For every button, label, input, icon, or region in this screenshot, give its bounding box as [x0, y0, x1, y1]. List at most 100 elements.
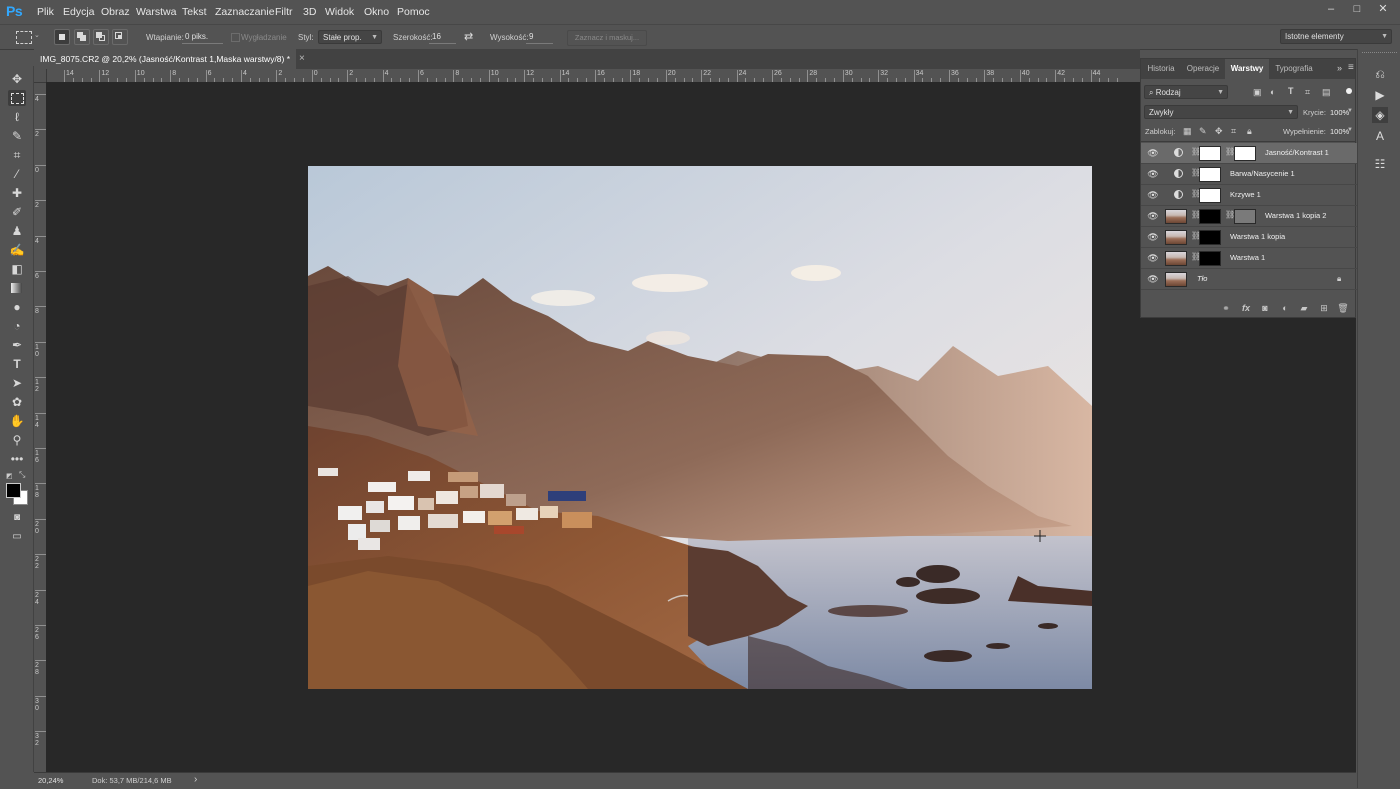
vector-mask-thumbnail[interactable] — [1234, 209, 1256, 224]
menu-widok[interactable]: Widok — [325, 6, 354, 18]
menu-okno[interactable]: Okno — [364, 6, 389, 18]
layer-thumbnail[interactable] — [1165, 251, 1187, 266]
zoom-icon[interactable]: ⚲ — [8, 432, 26, 448]
width-input[interactable]: 16 — [429, 30, 456, 44]
maximize-button[interactable]: □ — [1344, 0, 1370, 18]
layer-name[interactable]: Warstwa 1 kopia 2 — [1265, 211, 1326, 220]
move-icon[interactable]: ✥ — [8, 71, 26, 87]
visibility-eye-icon[interactable]: 👁︎ — [1147, 273, 1159, 285]
panel-menu-icon[interactable]: ≡ — [1348, 62, 1354, 73]
layer-mask-thumbnail[interactable] — [1199, 167, 1221, 182]
layer-row-warstwa-1-kopia-2[interactable]: 👁︎ ⛓︎ ⛓︎ Warstwa 1 kopia 2 — [1141, 206, 1357, 227]
layer-row-jasnosc-kontrast[interactable]: 👁︎ ⛓︎ ⛓︎ Jasność/Kontrast 1 — [1141, 143, 1357, 164]
ruler-origin[interactable] — [34, 69, 47, 83]
new-layer-icon[interactable]: ⊞ — [1318, 302, 1330, 314]
filter-type-icon[interactable]: T — [1288, 86, 1294, 96]
menu-zaznaczanie[interactable]: Zaznaczanie — [215, 6, 275, 18]
chevron-down-icon[interactable]: ⌄ — [34, 31, 40, 39]
character-panel-icon[interactable]: A — [1372, 128, 1388, 144]
menu-3d[interactable]: 3D — [303, 6, 316, 18]
lock-all-icon[interactable]: 🔒︎ — [1247, 126, 1252, 137]
dodge-icon[interactable]: ◔ — [8, 318, 26, 334]
document-image[interactable] — [308, 166, 1092, 689]
layer-row-warstwa-1-kopia[interactable]: 👁︎ ⛓︎ Warstwa 1 kopia — [1141, 227, 1357, 248]
canvas-area-right[interactable] — [1140, 318, 1356, 772]
layer-filter-select[interactable]: ⌕ Rodzaj ▼ — [1144, 85, 1228, 99]
filter-adjustment-icon[interactable]: ◐ — [1270, 87, 1275, 97]
new-adjustment-icon[interactable]: ◐ — [1279, 302, 1291, 314]
actions-panel-icon[interactable]: ▶ — [1372, 87, 1388, 103]
layer-style-icon[interactable]: fx — [1240, 302, 1252, 314]
visibility-eye-icon[interactable]: 👁︎ — [1147, 252, 1159, 264]
gradient-icon[interactable] — [8, 280, 26, 296]
marquee-preset-icon[interactable] — [16, 31, 32, 44]
path-select-icon[interactable]: ➤ — [8, 375, 26, 391]
intersect-selection-button[interactable] — [112, 29, 128, 45]
collapse-panel-icon[interactable]: » — [1337, 63, 1342, 73]
crop-icon[interactable]: ⌗ — [8, 147, 26, 163]
menu-obraz[interactable]: Obraz — [101, 6, 130, 18]
marquee-icon[interactable] — [8, 90, 26, 106]
history-panel-icon[interactable]: ⎌ — [1372, 66, 1388, 82]
lock-icon[interactable]: 🔒︎ — [1337, 274, 1341, 284]
document-tab[interactable]: IMG_8075.CR2 @ 20,2% (Jasność/Kontrast 1… — [34, 49, 296, 69]
delete-layer-icon[interactable]: 🗑︎ — [1337, 302, 1349, 314]
lasso-icon[interactable]: ℓ — [8, 109, 26, 125]
menu-warstwa[interactable]: Warstwa — [136, 6, 176, 18]
default-colors-icon[interactable]: ◩ — [6, 472, 13, 480]
brush-icon[interactable]: ✐ — [8, 204, 26, 220]
lock-position-icon[interactable]: ✥ — [1215, 126, 1223, 137]
add-selection-button[interactable] — [74, 29, 90, 45]
foreground-color-swatch[interactable] — [6, 483, 21, 498]
layer-thumbnail[interactable] — [1165, 209, 1187, 224]
swap-colors-icon[interactable]: ⤡ — [19, 470, 25, 480]
blend-mode-select[interactable]: Zwykły ▼ — [1144, 105, 1298, 119]
hand-icon[interactable]: ✋ — [8, 413, 26, 429]
lock-artboard-icon[interactable]: ⌗ — [1231, 126, 1236, 137]
visibility-eye-icon[interactable]: 👁︎ — [1147, 168, 1159, 180]
filter-shape-icon[interactable]: ⌗ — [1305, 87, 1310, 98]
layer-mask-thumbnail[interactable] — [1199, 251, 1221, 266]
layer-row-krzywe[interactable]: 👁︎ ⛓︎ Krzywe 1 — [1141, 185, 1357, 206]
layer-name[interactable]: Barwa/Nasycenie 1 — [1230, 169, 1295, 178]
shape-icon[interactable]: ✿ — [8, 394, 26, 410]
layer-name[interactable]: Warstwa 1 kopia — [1230, 232, 1285, 241]
feather-input[interactable]: 0 piks. — [182, 30, 223, 44]
filter-smart-object-icon[interactable]: ▤ — [1322, 87, 1331, 98]
strip-grip[interactable] — [1362, 52, 1397, 57]
layer-thumbnail[interactable] — [1165, 230, 1187, 245]
workspace-select[interactable]: Istotne elementy ▼ — [1280, 29, 1392, 44]
filter-pixel-icon[interactable]: ▣ — [1253, 87, 1262, 98]
lock-transparent-icon[interactable]: ▦ — [1183, 126, 1192, 137]
link-layers-icon[interactable]: ⚭ — [1220, 302, 1232, 314]
layer-name[interactable]: Warstwa 1 — [1230, 253, 1265, 262]
menu-plik[interactable]: Plik — [37, 6, 54, 18]
visibility-eye-icon[interactable]: 👁︎ — [1147, 231, 1159, 243]
quick-mask-icon[interactable]: ◙ — [8, 510, 26, 526]
pen-icon[interactable]: ✒ — [8, 337, 26, 353]
layer-mask-thumbnail[interactable] — [1199, 188, 1221, 203]
add-mask-icon[interactable]: ◙ — [1259, 302, 1271, 314]
layer-name[interactable]: Krzywe 1 — [1230, 190, 1261, 199]
menu-tekst[interactable]: Tekst — [182, 6, 207, 18]
layer-mask-thumbnail[interactable] — [1199, 209, 1221, 224]
libraries-panel-icon[interactable]: ☷ — [1372, 156, 1388, 172]
close-window-button[interactable]: ✕ — [1370, 0, 1396, 18]
history-brush-icon[interactable]: ✍ — [8, 242, 26, 258]
visibility-eye-icon[interactable]: 👁︎ — [1147, 189, 1159, 201]
layer-name[interactable]: Jasność/Kontrast 1 — [1265, 148, 1329, 157]
layer-thumbnail[interactable] — [1165, 272, 1187, 287]
layer-row-barwa-nasycenie[interactable]: 👁︎ ⛓︎ Barwa/Nasycenie 1 — [1141, 164, 1357, 185]
minimize-button[interactable]: – — [1318, 0, 1344, 18]
lock-pixels-icon[interactable]: ✎ — [1199, 126, 1207, 137]
filter-toggle-icon[interactable] — [1346, 88, 1352, 94]
layer-row-warstwa-1[interactable]: 👁︎ ⛓︎ Warstwa 1 — [1141, 248, 1357, 269]
tab-operacje[interactable]: Operacje — [1181, 59, 1225, 79]
close-tab-icon[interactable]: × — [299, 49, 311, 69]
layer-name[interactable]: Tło — [1197, 274, 1207, 283]
visibility-eye-icon[interactable]: 👁︎ — [1147, 210, 1159, 222]
eyedropper-icon[interactable]: ⁄ — [8, 166, 26, 182]
layer-mask-thumbnail[interactable] — [1234, 146, 1256, 161]
new-group-icon[interactable]: ▰ — [1298, 302, 1310, 314]
menu-pomoc[interactable]: Pomoc — [397, 6, 430, 18]
